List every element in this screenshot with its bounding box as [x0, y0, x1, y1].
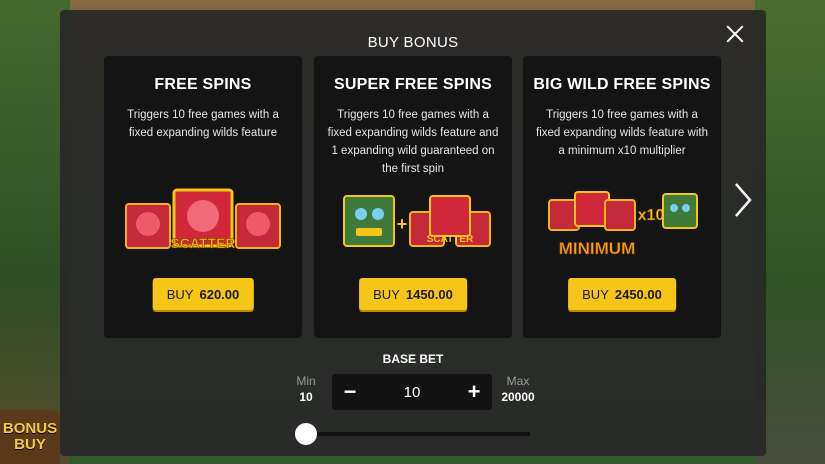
bet-min: Min 10 — [281, 374, 331, 404]
bet-slider-track[interactable] — [306, 432, 530, 436]
chevron-right-icon[interactable] — [732, 180, 754, 220]
bet-min-label: Min — [296, 374, 316, 388]
bonus-card-super-free-spins: SUPER FREE SPINS Triggers 10 free games … — [314, 56, 512, 338]
bet-max-value: 20000 — [501, 390, 535, 404]
buy-label: BUY — [166, 286, 194, 302]
bonus-buy-badge: BONUS BUY — [0, 410, 60, 464]
decrease-bet-button[interactable]: − — [332, 374, 368, 410]
bet-max-label: Max — [506, 374, 530, 388]
buy-super-free-spins-button[interactable]: BUY 1450.00 — [359, 278, 467, 310]
bet-slider-thumb[interactable] — [295, 423, 317, 445]
buy-free-spins-button[interactable]: BUY 620.00 — [152, 278, 254, 310]
card-description: Triggers 10 free games with a fixed expa… — [327, 109, 499, 175]
buy-label: BUY — [373, 286, 400, 302]
svg-text:+: + — [397, 214, 408, 234]
buy-label: BUY — [582, 286, 609, 302]
multiplier-symbols-icon: x10 MINIMUM — [548, 191, 698, 258]
dialog-title: BUY BONUS — [367, 34, 459, 51]
card-title: SUPER FREE SPINS — [334, 76, 492, 93]
card-description: Triggers 10 free games with a fixed expa… — [127, 109, 279, 139]
close-icon[interactable] — [723, 22, 747, 46]
buy-price: 1450.00 — [405, 286, 453, 302]
buy-price: 2450.00 — [614, 286, 662, 302]
buy-price: 620.00 — [199, 286, 240, 302]
scatter-symbols-icon: SCATTER — [125, 188, 281, 251]
bonus-card-big-wild-free-spins: BIG WILD FREE SPINS Triggers 10 free gam… — [523, 56, 721, 338]
card-title: BIG WILD FREE SPINS — [533, 76, 711, 93]
bonus-buy-badge-line1: BONUS — [2, 420, 58, 437]
wild-and-scatter-symbols-icon: + SCATTER — [343, 195, 491, 247]
scatter-art-text: SCATTER — [427, 234, 474, 245]
bet-value: 10 — [403, 383, 421, 401]
increase-bet-button[interactable]: + — [456, 374, 492, 410]
multiplier-art-text: x10 — [638, 207, 665, 224]
base-bet-stepper: − 10 + — [332, 374, 492, 410]
buy-bonus-dialog: BUY BONUS FREE SPINS Triggers 10 free ga… — [60, 10, 766, 456]
bet-min-value: 10 — [299, 390, 313, 404]
bonus-buy-badge-line2: BUY — [14, 436, 46, 453]
bet-max: Max 20000 — [493, 374, 543, 404]
base-bet-label: BASE BET — [382, 352, 444, 366]
scatter-art-text: SCATTER — [170, 235, 235, 251]
buy-big-wild-free-spins-button[interactable]: BUY 2450.00 — [568, 278, 676, 310]
minimum-art-text: MINIMUM — [559, 239, 635, 258]
bonus-card-free-spins: FREE SPINS Triggers 10 free games with a… — [104, 56, 302, 338]
card-description: Triggers 10 free games with a fixed expa… — [536, 109, 708, 157]
card-title: FREE SPINS — [154, 76, 252, 93]
